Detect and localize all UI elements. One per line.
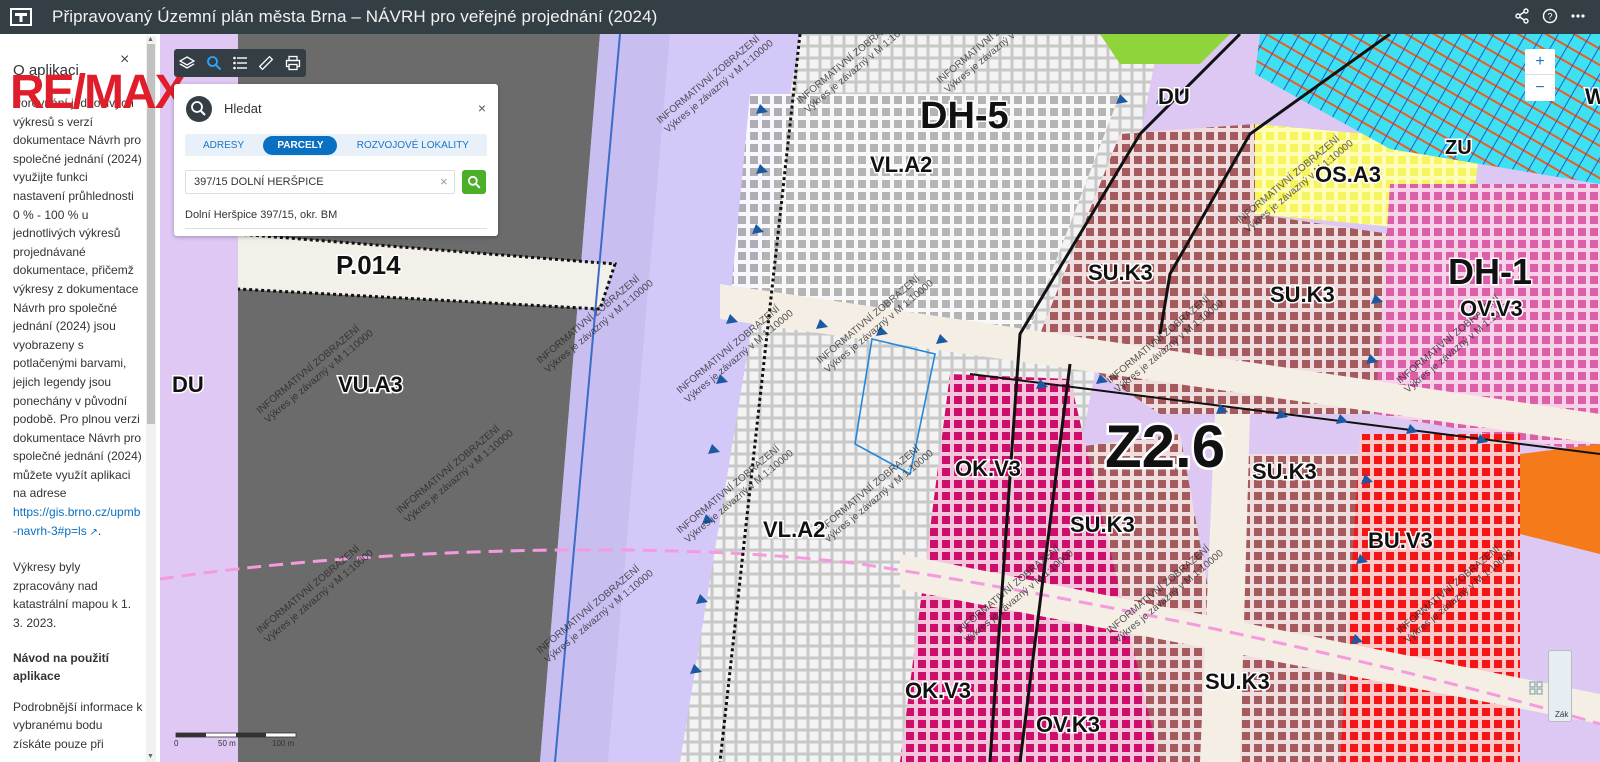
search-result-item[interactable]: Dolní Heršpice 397/15, okr. BM <box>185 209 337 221</box>
zone-label: OV.V3 <box>1460 296 1523 321</box>
usage-heading: Návod na použití aplikace <box>13 650 109 684</box>
measure-ruler-icon[interactable] <box>258 55 274 71</box>
zone-label: OK.V3 <box>905 678 971 703</box>
more-icon[interactable] <box>1570 8 1586 24</box>
app-title: Připravovaný Územní plán města Brna – NÁ… <box>52 7 658 26</box>
scroll-down-arrow-icon[interactable]: ▼ <box>147 753 154 760</box>
search-panel: Hledat × ADRESY PARCELY ROZVOJOVÉ LOKALI… <box>174 84 498 236</box>
scale-label: 100 m <box>272 739 295 748</box>
legend-list-icon[interactable] <box>232 55 248 71</box>
search-icon[interactable] <box>206 55 222 71</box>
about-paragraph: Výkresy byly zpracovány nad katastrální … <box>13 560 132 631</box>
zone-label: SU.K3 <box>1205 669 1270 694</box>
tab-rozvojove-lokality[interactable]: ROZVOJOVÉ LOKALITY <box>343 136 483 155</box>
search-tabs: ADRESY PARCELY ROZVOJOVÉ LOKALITY <box>185 134 487 156</box>
share-icon[interactable] <box>1514 8 1530 24</box>
search-panel-close-button[interactable]: × <box>478 100 486 116</box>
app-link[interactable]: https://gis.brno.cz/upmb-navrh-3#p=ls <box>13 505 140 538</box>
about-panel-scrollbar[interactable]: ▲ ▼ <box>146 36 156 762</box>
search-panel-title: Hledat <box>224 101 262 116</box>
tab-parcely[interactable]: PARCELY <box>263 135 338 155</box>
search-submit-button[interactable] <box>462 170 486 194</box>
zone-label: Z2.6 <box>1105 413 1225 480</box>
scale-label: 50 m <box>218 739 236 748</box>
zoom-in-button[interactable]: + <box>1525 49 1555 75</box>
zone-label: VU.A3 <box>338 372 403 397</box>
clear-input-icon[interactable]: × <box>440 174 448 189</box>
zone-label: DH-5 <box>920 95 1009 137</box>
zone-label: ZU <box>1445 137 1472 159</box>
scale-bar: 0 50 m 100 m <box>174 732 297 748</box>
app-header: Připravovaný Územní plán města Brna – NÁ… <box>0 0 1600 34</box>
help-icon[interactable]: ? <box>1542 8 1558 24</box>
zone-label: VL.A2 <box>870 152 932 177</box>
scroll-up-arrow-icon[interactable]: ▲ <box>147 36 154 43</box>
zone-label: DH-1 <box>1448 251 1532 292</box>
zone-label: SU.K3 <box>1088 260 1153 285</box>
about-panel: O aplikaci × Porovnání jednotlivých výkr… <box>0 34 160 762</box>
about-panel-content: Porovnání jednotlivých výkresů s verzí d… <box>13 94 143 762</box>
about-panel-close-button[interactable]: × <box>120 51 129 69</box>
search-icon <box>467 175 481 189</box>
svg-text:?: ? <box>1547 12 1552 22</box>
zone-label: DU <box>1158 84 1190 109</box>
zone-label: W <box>1585 84 1600 109</box>
search-panel-icon <box>186 96 212 122</box>
layers-icon[interactable] <box>179 55 196 71</box>
external-link-icon: ↗ <box>86 526 98 538</box>
zone-label: SU.K3 <box>1252 459 1317 484</box>
zone-label: P.014 <box>336 250 401 280</box>
app-logo-icon <box>10 8 32 26</box>
basemap-label: Zák <box>1555 710 1569 719</box>
remax-logo-text: RE/MAX <box>10 68 187 114</box>
about-paragraph: Podrobnější informace k vybranému bodu z… <box>13 699 143 751</box>
tab-adresy[interactable]: ADRESY <box>189 136 258 155</box>
zone-label: OV.K3 <box>1036 712 1100 737</box>
zone-label: OK.V3 <box>955 456 1021 481</box>
about-paragraph: Porovnání jednotlivých výkresů s verzí d… <box>13 96 142 501</box>
zone-label: BU.V3 <box>1368 528 1433 553</box>
basemap-grid-icon[interactable] <box>1529 681 1543 695</box>
zone-label: SU.K3 <box>1070 512 1135 537</box>
map-toolbar <box>174 49 306 77</box>
parcel-search-input[interactable]: 397/15 DOLNÍ HERŠPICE <box>185 170 455 194</box>
zoom-control: + − <box>1525 49 1555 101</box>
zone-label: SU.K3 <box>1270 282 1335 307</box>
scale-label: 0 <box>174 739 179 748</box>
zone-label: DU <box>172 372 204 397</box>
zone-label: OS.A3 <box>1315 162 1381 187</box>
zone-label: VL.A2 <box>763 517 825 542</box>
divider <box>185 228 487 229</box>
zoom-out-button[interactable]: − <box>1525 75 1555 101</box>
print-icon[interactable] <box>285 55 301 71</box>
